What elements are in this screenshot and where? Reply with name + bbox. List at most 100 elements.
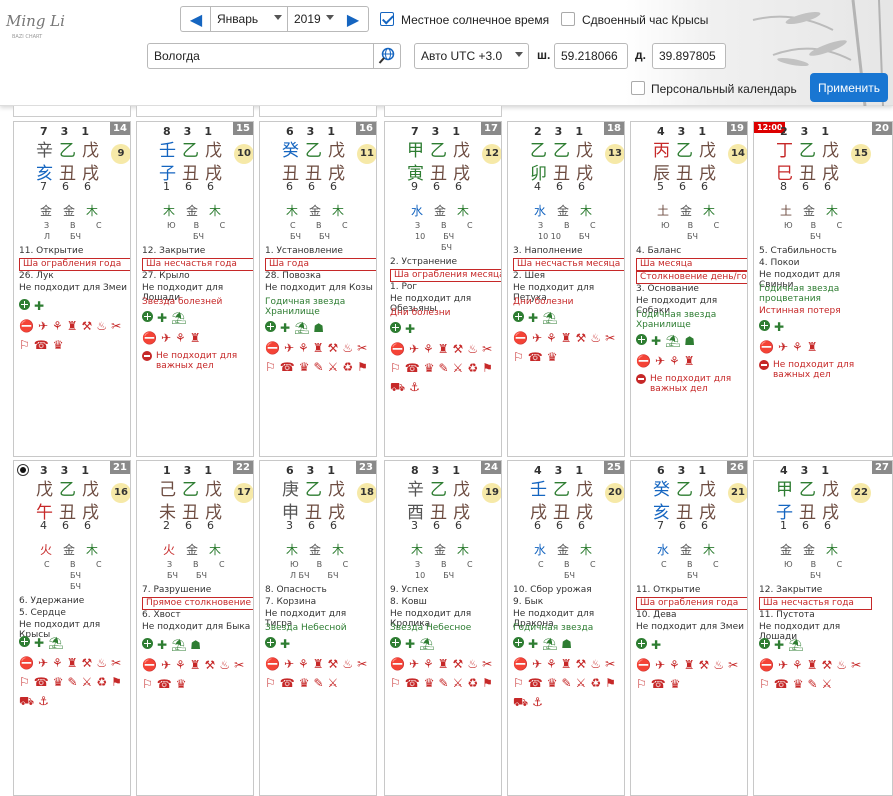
day-cell-15[interactable]: 15 8 3 1 壬乙戊子丑戌 10 1 6 6 木金木 Ю В С БЧ 12. Закрытие Ша н… (136, 121, 254, 457)
activity-icon: ☎ (527, 350, 543, 364)
bottom-number: 6 (701, 180, 708, 193)
year-select[interactable]: 2019 (287, 6, 340, 32)
stem: 乙 (676, 141, 693, 161)
apply-button[interactable]: Применить (810, 73, 888, 102)
day-cell-26[interactable]: 26 6 3 1 癸乙戊亥丑戌 21 7 6 6 水金木 С В С БЧ 11. Открытие Ша о… (630, 460, 748, 796)
unfavorable-activities: ⛔ ✈ ⚘ ♜ ⚒ ♨ ✂ ⚐ ☎ ♛ ✎ ⚔ (759, 658, 869, 692)
element: 火 (40, 543, 53, 557)
unfavorable-activities: ⛔ ✈ ⚘ ♜ ⚒ ♨ ✂ ⚐ ☎ ♛ ✎ ⚔ ♻ ⚑ ⛟ ⚓ (390, 342, 500, 395)
day-cell-21[interactable]: 21 3 3 1 戊乙戊午丑戌 16 4 6 6 火金木 С В С БЧ БЧ 6. Удержание 5.… (13, 460, 131, 796)
favorable-activities: ✚ ⛱ (142, 311, 252, 326)
next-month-button[interactable]: ▶ (339, 6, 369, 32)
heavenly-stems: 丙乙戊 (653, 136, 716, 161)
day-cell-22[interactable]: 22 1 3 1 己乙戊未丑戌 17 2 6 6 火金木 З В С БЧ БЧ 7. Разрушение П… (136, 460, 254, 796)
day-cell-24[interactable]: 24 8 3 1 辛乙戊酉丑戌 19 3 6 6 木金木 З В С 10 БЧ 9. Успех 8. Ков… (384, 460, 502, 796)
activity-icon: ⚒ (452, 657, 464, 671)
day-cell-27[interactable]: 27 4 3 1 甲乙戊子丑戌 22 1 6 6 金金木 Ю В С БЧ 12. Закрытие Ша н… (753, 460, 893, 796)
prev-week-cell (13, 106, 131, 117)
lunar-mansion: 4. Покои (759, 258, 800, 268)
activity-icon: ✎ (67, 675, 78, 689)
rat-hour-checkbox[interactable] (561, 12, 575, 26)
activity-icon: ⛔ (759, 340, 774, 354)
personal-calendar-checkbox[interactable] (631, 81, 645, 95)
stem: 己 (159, 480, 176, 500)
sub-label: В (441, 560, 447, 569)
element-subrow: БЧ (661, 570, 724, 581)
day-cell-16[interactable]: 16 6 3 1 癸乙戊丑丑戌 11 6 6 6 木金木 С В С БЧ БЧ 1. Установлени… (259, 121, 377, 457)
longitude-input[interactable]: 39.897805 (652, 43, 726, 69)
activity-icon: ⚑ (605, 676, 616, 690)
add-icon[interactable] (19, 299, 30, 310)
day-cell-18[interactable]: 18 2 3 1 乙乙戊卯丑戌 13 4 6 6 水金木 З В С 10 10 БЧ 3. Наполнен… (507, 121, 625, 457)
add-icon[interactable] (142, 311, 153, 322)
add-icon[interactable] (759, 320, 770, 331)
element: 火 (163, 543, 176, 557)
utc-select[interactable]: Авто UTC +3.0 (414, 43, 529, 69)
activity-icon: ⚐ (636, 677, 647, 691)
day-cell-25[interactable]: 25 4 3 1 壬乙戊戌丑戌 20 6 6 6 水金木 С В С БЧ 10. Сбор урожая 9… (507, 460, 625, 796)
add-icon[interactable] (513, 311, 524, 322)
day-cell-19[interactable]: 19 4 3 1 丙乙戊辰丑戌 14 5 6 6 土金木 Ю В С БЧ 4. Баланс Ша меся… (630, 121, 748, 457)
activity-icon: ✈ (654, 354, 666, 368)
city-input[interactable]: Вологда (147, 43, 374, 69)
activity-icon: ✚ (528, 311, 539, 325)
activity-icon: ⚘ (52, 319, 63, 333)
latitude-label: ш. (537, 48, 551, 62)
unfavorable-activities: ⛔ ✈ ⚘ ♜ ⚒ ♨ ✂ ⚐ ☎ ♛ ✎ ⚔ ♻ ⚑ ⛟ ⚓ (19, 656, 129, 709)
heavenly-stems: 辛乙戊 (407, 475, 470, 500)
add-icon[interactable] (265, 321, 276, 332)
sub-label (661, 231, 669, 242)
sub-label: З (415, 560, 421, 569)
activity-icon: ☎ (650, 677, 666, 691)
bottom-numbers: 3 6 6 (411, 519, 462, 532)
activity-icon: ✈ (160, 658, 172, 672)
prev-month-button[interactable]: ◀ (180, 6, 210, 32)
activity-icon: ⚘ (298, 341, 309, 355)
bottom-numbers: 8 6 6 (780, 180, 831, 193)
day-number: 17 (481, 122, 501, 135)
bottom-number: 6 (84, 180, 91, 193)
add-icon[interactable] (636, 638, 647, 649)
add-icon[interactable] (265, 637, 276, 648)
add-icon[interactable] (142, 638, 153, 649)
add-icon[interactable] (19, 636, 30, 647)
add-icon[interactable] (513, 637, 524, 648)
bottom-number: 6 (330, 180, 337, 193)
moon-day: 9 (111, 144, 130, 164)
sub-label (538, 570, 546, 581)
sub-label: 10 (415, 232, 426, 241)
element-subrow: БЧ БЧ (290, 231, 356, 242)
heavenly-stems: 戊乙戊 (36, 475, 99, 500)
day-cell-17[interactable]: 17 7 3 1 甲乙戊寅丑戌 12 9 6 6 水金木 З В С 10 БЧ БЧ 2. Устранени… (384, 121, 502, 457)
prev-week-cell (259, 106, 377, 117)
element: 木 (703, 204, 716, 218)
day-number: 18 (604, 122, 624, 135)
add-icon[interactable] (636, 334, 647, 345)
day-cell-20[interactable]: 20 12:00 2 3 1 丁乙戊巳丑戌 15 8 6 6 土金木 Ю В С БЧ 5. Стабильн… (753, 121, 893, 457)
bottom-number: 6 (824, 180, 831, 193)
day-cell-14[interactable]: 14 7 3 1 辛乙戊亥丑戌 9 7 6 6 金金木 З В С Л БЧ 11. Открытие Ша о… (13, 121, 131, 457)
add-icon[interactable] (390, 322, 401, 333)
lunar-mansion: 1. Рог (390, 282, 418, 292)
sub-label: С (590, 221, 596, 230)
day-cell-23[interactable]: 23 6 3 1 庚乙戊申丑戌 18 3 6 6 木金木 Ю В С Л БЧ БЧ 8. Опасность… (259, 460, 377, 796)
month-select[interactable]: Январь (210, 6, 288, 32)
moon-day: 14 (728, 144, 747, 164)
warning-star-text: Дни болезни (390, 308, 451, 318)
latitude-input[interactable]: 59.218066 (554, 43, 628, 69)
activity-icon: ⚒ (81, 319, 93, 333)
unfavorable-activities: ⛔ ✈ ⚘ ♜ ⚒ ♨ ✂ ⚐ ☎ ♛ ✎ ⚔ (265, 657, 375, 691)
selected-day-radio[interactable] (17, 464, 29, 476)
add-icon[interactable] (390, 637, 401, 648)
activity-icon: ♜ (437, 342, 449, 356)
activity-icon: ✚ (157, 638, 168, 652)
stem: 乙 (305, 480, 322, 500)
add-icon[interactable] (759, 638, 770, 649)
activity-icon: ⛟ (390, 380, 406, 394)
bottom-number: 6 (824, 519, 831, 532)
sub-label (472, 231, 480, 242)
search-location-button[interactable] (373, 43, 401, 69)
activity-icon: ♛ (175, 677, 187, 691)
solar-time-checkbox[interactable] (380, 12, 394, 26)
element-subrow: ЮВС (290, 559, 351, 570)
